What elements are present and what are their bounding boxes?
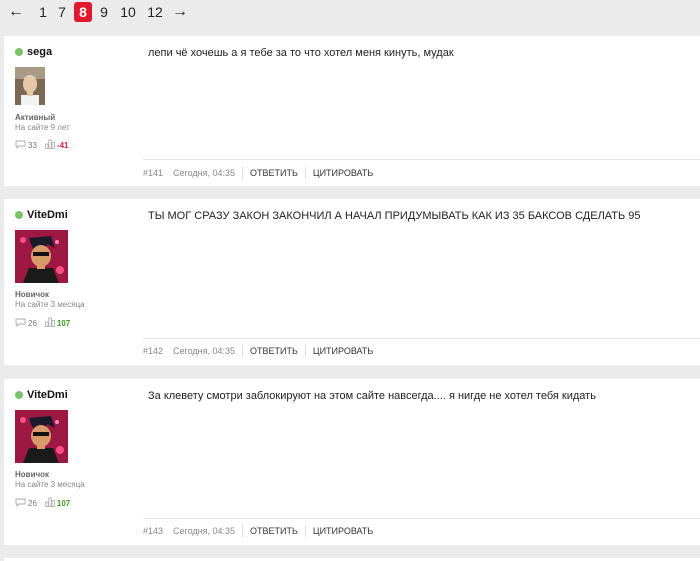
divider [242,167,244,179]
reply-button[interactable]: ОТВЕТИТЬ [250,346,298,356]
next-page-arrow[interactable]: → [172,2,188,22]
member-since: На сайте 3 месяца [15,300,85,309]
post-number[interactable]: #143 [143,526,163,536]
page-link-8-active[interactable]: 8 [74,2,92,22]
post-text: ТЫ МОГ СРАЗУ ЗАКОН ЗАКОНЧИЛ А НАЧАЛ ПРИД… [148,210,641,222]
page-link-12[interactable]: 12 [146,2,164,22]
rating-bars-icon [45,317,55,329]
member-since: На сайте 9 лет [15,123,70,132]
post: ViteDmi Новичок На сайте 3 месяца 26 107… [4,199,700,365]
post-text: лепи чё хочешь а я тебе за то что хотел … [148,47,454,59]
reply-button[interactable]: ОТВЕТИТЬ [250,526,298,536]
comment-count: 26 [28,318,37,328]
rating-bars-icon [45,497,55,509]
quote-button[interactable]: ЦИТИРОВАТЬ [313,168,373,178]
comment-icon [15,498,26,509]
post-footer: #143 Сегодня, 04:35 ОТВЕТИТЬ ЦИТИРОВАТЬ [143,525,373,537]
author-name[interactable]: ViteDmi [27,209,68,221]
author[interactable]: ViteDmi [15,389,68,401]
avatar[interactable] [15,67,45,105]
rating-bars-icon [45,139,55,151]
user-stats: 26 107 [15,317,70,329]
rating-value: 107 [56,498,71,508]
user-rank: Новичок [15,470,50,479]
page-link-1[interactable]: 1 [38,2,48,22]
author-name[interactable]: sega [27,46,52,58]
user-rank: Активный [15,113,56,122]
author-name[interactable]: ViteDmi [27,389,68,401]
avatar[interactable] [15,410,68,463]
page-link-10[interactable]: 10 [119,2,137,22]
user-stats: 33 -41 [15,139,68,151]
user-rank: Новичок [15,290,50,299]
comment-icon [15,318,26,329]
post: sega Активный На сайте 9 лет 33 -41 лепи… [4,36,700,186]
quote-button[interactable]: ЦИТИРОВАТЬ [313,526,373,536]
post-footer: #142 Сегодня, 04:35 ОТВЕТИТЬ ЦИТИРОВАТЬ [143,345,373,357]
post-text: За клевету смотри заблокируют на этом са… [148,390,596,402]
footer-divider [143,159,700,160]
footer-divider [143,338,700,339]
post-date: Сегодня, 04:35 [173,346,236,356]
comment-count: 33 [28,140,37,150]
post-number[interactable]: #141 [143,168,163,178]
divider [304,345,306,357]
avatar[interactable] [15,230,68,283]
post-date: Сегодня, 04:35 [173,168,236,178]
divider [242,525,244,537]
rating-value: 107 [56,318,71,328]
post-number[interactable]: #142 [143,346,163,356]
online-status-icon [15,48,23,56]
online-status-icon [15,391,23,399]
page-link-9[interactable]: 9 [98,2,110,22]
footer-divider [143,518,700,519]
divider [242,345,244,357]
comment-count: 26 [28,498,37,508]
pagination: ← 1 7 8 9 10 12 → [0,0,700,24]
user-stats: 26 107 [15,497,70,509]
online-status-icon [15,211,23,219]
page-link-7[interactable]: 7 [56,2,68,22]
divider [304,525,306,537]
author[interactable]: sega [15,46,52,58]
comment-icon [15,140,26,151]
post-footer: #141 Сегодня, 04:35 ОТВЕТИТЬ ЦИТИРОВАТЬ [143,167,373,179]
prev-page-arrow[interactable]: ← [8,2,24,22]
post-date: Сегодня, 04:35 [173,526,236,536]
author[interactable]: ViteDmi [15,209,68,221]
post: ViteDmi Новичок На сайте 3 месяца 26 107… [4,379,700,545]
divider [304,167,306,179]
quote-button[interactable]: ЦИТИРОВАТЬ [313,346,373,356]
reply-button[interactable]: ОТВЕТИТЬ [250,168,298,178]
member-since: На сайте 3 месяца [15,480,85,489]
rating-value: -41 [56,140,69,150]
